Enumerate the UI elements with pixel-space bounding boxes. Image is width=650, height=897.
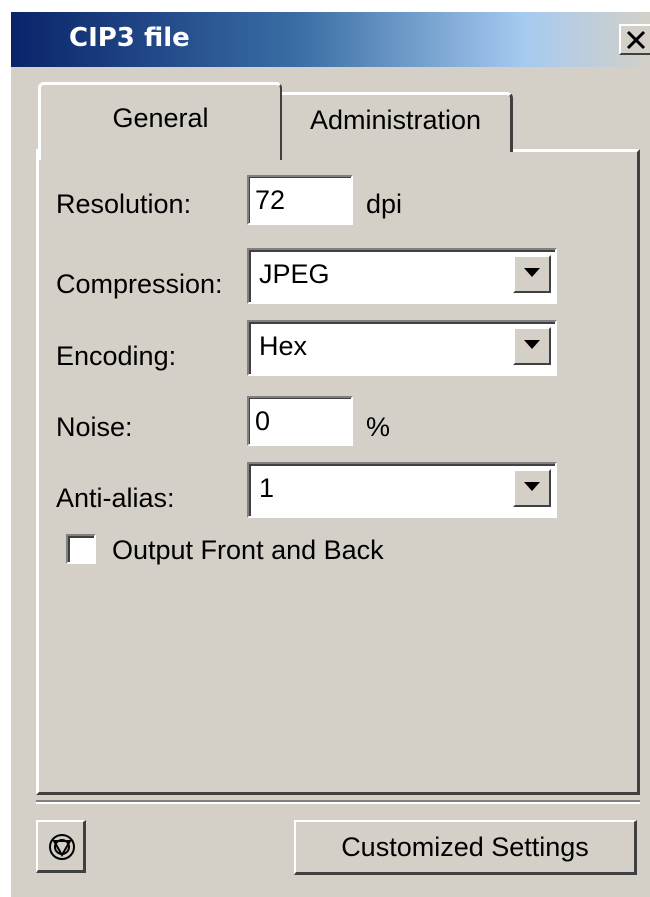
close-icon	[626, 30, 646, 50]
anti-alias-select[interactable]: 1	[247, 462, 557, 518]
encoding-value: Hex	[259, 331, 308, 361]
tab-administration-label: Administration	[309, 105, 482, 135]
resolution-unit: dpi	[366, 189, 403, 219]
compression-value: JPEG	[259, 259, 330, 289]
output-front-back-label[interactable]: Output Front and Back	[112, 535, 384, 566]
encoding-label: Encoding:	[56, 341, 177, 371]
anti-alias-label: Anti-alias:	[56, 483, 175, 513]
tab-administration[interactable]: Administration	[279, 92, 513, 152]
tab-general[interactable]: General	[38, 82, 282, 160]
compression-label: Compression:	[56, 269, 223, 299]
tab-general-label: General	[112, 103, 209, 133]
customized-settings-button[interactable]: Customized Settings	[294, 820, 637, 875]
target-icon	[49, 834, 75, 860]
window-title: CIP3 file	[69, 23, 190, 53]
separator	[36, 800, 640, 804]
title-bar[interactable]: CIP3 file	[11, 12, 650, 67]
icon-button[interactable]	[36, 820, 86, 873]
anti-alias-dropdown-button[interactable]	[513, 469, 551, 507]
encoding-select[interactable]: Hex	[247, 320, 557, 376]
chevron-down-icon	[524, 482, 540, 491]
noise-unit: %	[366, 412, 391, 442]
noise-input[interactable]: 0	[247, 396, 353, 446]
output-front-back-checkbox[interactable]	[66, 534, 96, 564]
compression-dropdown-button[interactable]	[513, 255, 551, 293]
compression-select[interactable]: JPEG	[247, 248, 557, 304]
anti-alias-value: 1	[259, 473, 275, 503]
close-button[interactable]	[619, 24, 650, 55]
encoding-dropdown-button[interactable]	[513, 327, 551, 365]
resolution-label: Resolution:	[56, 189, 192, 219]
cip3-dialog: CIP3 file General Administration Resolut…	[9, 12, 650, 897]
chevron-down-icon	[524, 340, 540, 349]
chevron-down-icon	[524, 268, 540, 277]
noise-label: Noise:	[56, 412, 133, 442]
resolution-input[interactable]: 72	[247, 175, 353, 225]
